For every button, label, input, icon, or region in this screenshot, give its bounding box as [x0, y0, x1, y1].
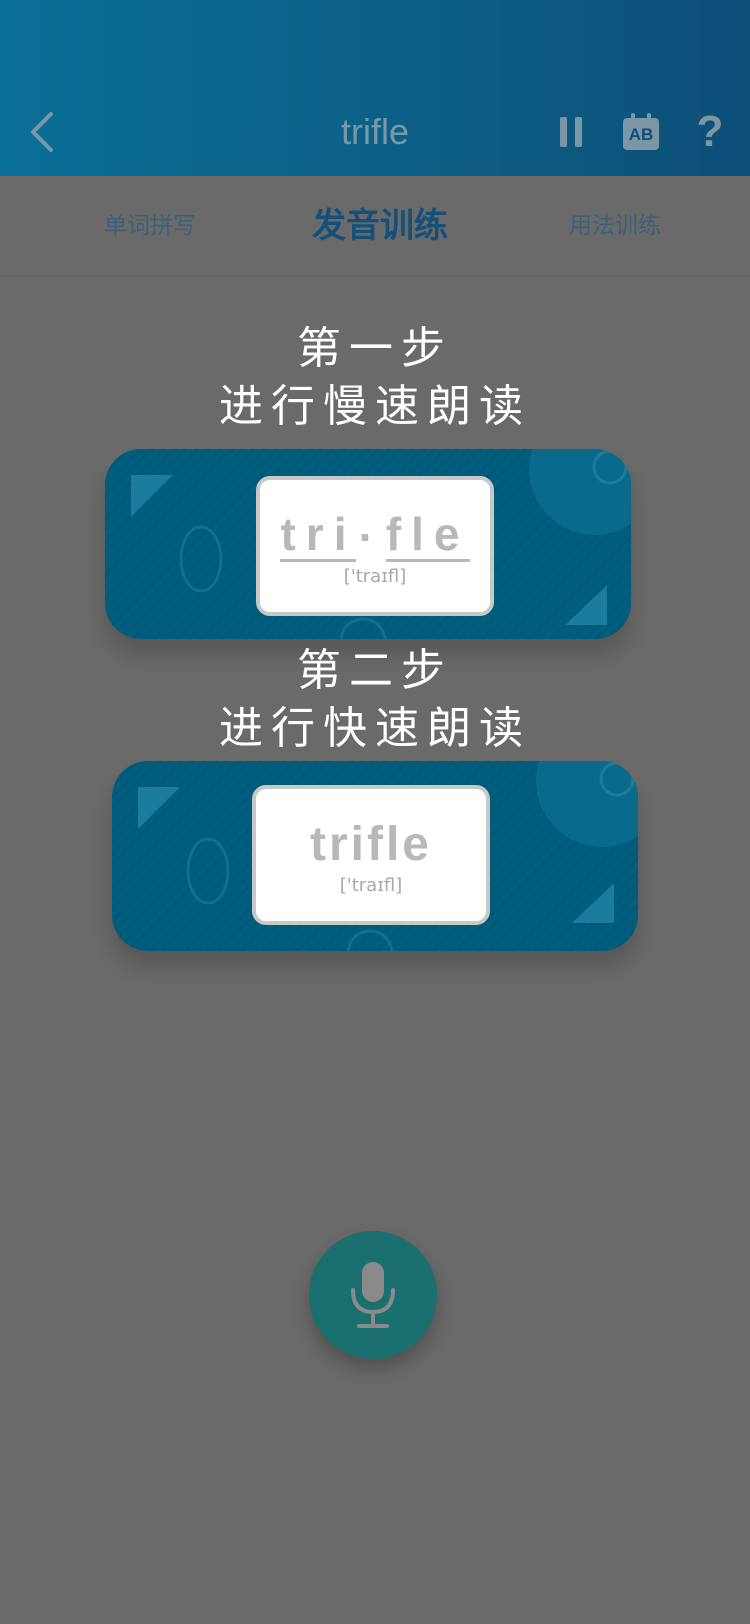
word-plain: trifle [309, 818, 432, 871]
step1-title-line2: 进行慢速朗读 [219, 381, 531, 432]
slow-reading-card[interactable]: tri · fle ['traɪfl] [105, 449, 631, 639]
help-button[interactable]: ? [682, 104, 738, 160]
tab-pronunciation-training[interactable]: 发音训练 [290, 176, 470, 276]
word-box-slow: tri · fle ['traɪfl] [256, 476, 494, 616]
syllable-1: tri [280, 508, 357, 562]
step1-title-line1: 第一步 [297, 323, 453, 374]
step2-title: 第二步 进行快速朗读 [0, 642, 750, 758]
step1-title: 第一步 进行慢速朗读 [0, 320, 750, 436]
training-tabs: 单词拼写 发音训练 用法训练 [0, 176, 750, 276]
pause-icon [560, 117, 582, 147]
question-mark-icon: ? [696, 107, 724, 156]
tab-word-spelling[interactable]: 单词拼写 [80, 176, 220, 276]
pause-button[interactable] [543, 104, 599, 160]
tab-usage-training[interactable]: 用法训练 [545, 176, 685, 276]
fast-reading-card[interactable]: trifle ['traɪfl] [112, 761, 638, 951]
syllable-2: fle [385, 508, 470, 562]
microphone-icon [351, 1262, 395, 1328]
calendar-ab-label: AB [628, 125, 654, 144]
top-bar: trifle AB ? [0, 0, 750, 176]
step2-title-line1: 第二步 [297, 645, 453, 696]
phonetic-fast: ['traɪfl] [339, 875, 403, 896]
record-button[interactable] [309, 1231, 437, 1359]
word-box-fast: trifle ['traɪfl] [252, 785, 490, 925]
syllable-separator: · [358, 511, 384, 563]
phonetic-slow: ['traɪfl] [343, 566, 407, 587]
step2-title-line2: 进行快速朗读 [219, 703, 531, 754]
syllabified-word: tri · fle [260, 506, 490, 562]
calendar-ab-button[interactable]: AB [613, 104, 669, 160]
